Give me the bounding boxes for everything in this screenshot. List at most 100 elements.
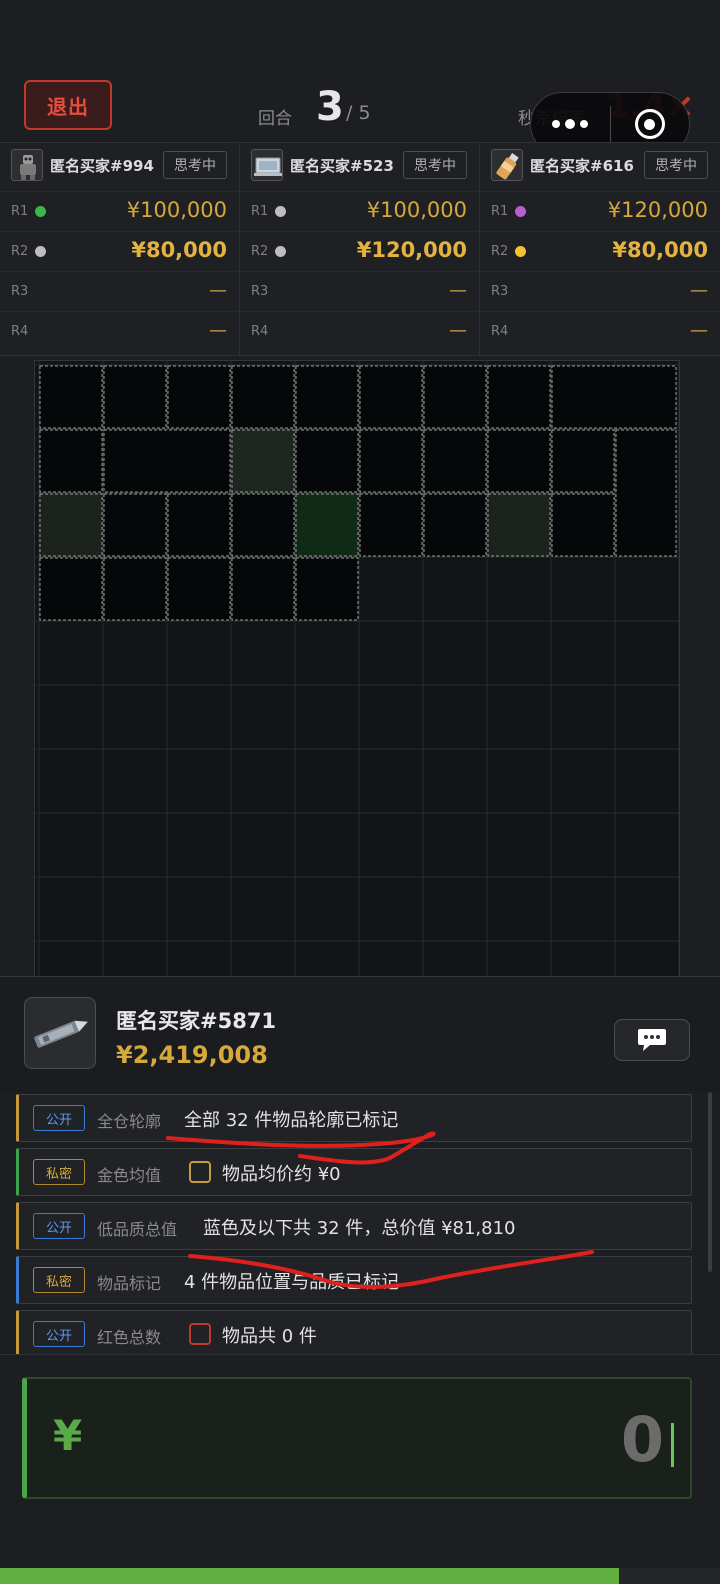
bid-row: R4 — bbox=[240, 311, 479, 351]
intel-item[interactable]: 私密 物品标记 4 件物品位置与品质已标记 bbox=[16, 1256, 692, 1304]
bid-input-value: 0 bbox=[620, 1403, 664, 1476]
round-label: 回合 bbox=[258, 109, 292, 129]
bid-quality-dot bbox=[35, 206, 46, 217]
intel-scrollbar[interactable] bbox=[708, 1092, 712, 1272]
intel-tag: 公开 bbox=[33, 1213, 85, 1239]
bid-amount: — bbox=[449, 320, 467, 341]
buyer-column: 匿名买家#523 思考中 R1 ¥100,000 R2 ¥120,000 R3 … bbox=[240, 143, 480, 355]
intel-key: 金色均值 bbox=[97, 1166, 162, 1185]
buyer-status-badge: 思考中 bbox=[644, 151, 708, 179]
buyer-name: 匿名买家#523 bbox=[290, 157, 394, 175]
bid-amount: — bbox=[690, 280, 708, 301]
bid-round-label: R4 bbox=[491, 324, 509, 339]
text-caret bbox=[671, 1423, 674, 1467]
intel-value: 蓝色及以下共 32 件，总价值 ¥81,810 bbox=[203, 1218, 516, 1239]
timer-progress-fill bbox=[0, 1568, 620, 1584]
warehouse-grid-canvas bbox=[35, 361, 679, 977]
bid-amount: ¥80,000 bbox=[131, 238, 227, 262]
bid-row: R2 ¥120,000 bbox=[240, 231, 479, 271]
intel-key: 低品质总值 bbox=[97, 1220, 178, 1239]
bid-round-label: R4 bbox=[11, 324, 29, 339]
bid-row: R1 ¥120,000 bbox=[480, 191, 720, 231]
buyer-name: 匿名买家#616 bbox=[530, 157, 634, 175]
chat-bubble-icon bbox=[638, 1029, 666, 1051]
intel-value: 物品共 0 件 bbox=[222, 1326, 317, 1347]
intel-value: 物品均价约 ¥0 bbox=[222, 1164, 341, 1185]
gold-swatch-icon bbox=[189, 1161, 211, 1183]
bid-amount: ¥120,000 bbox=[607, 198, 708, 222]
red-swatch-icon bbox=[189, 1323, 211, 1345]
bid-row: R3 — bbox=[240, 271, 479, 311]
bid-row: R1 ¥100,000 bbox=[0, 191, 239, 231]
current-buyer-total: ¥2,419,008 bbox=[116, 1041, 268, 1069]
more-dots-icon bbox=[552, 119, 589, 129]
bottle-icon bbox=[491, 149, 523, 181]
bid-row: R4 — bbox=[480, 311, 720, 351]
robot-figure-icon bbox=[11, 149, 43, 181]
currency-symbol: ¥ bbox=[53, 1411, 83, 1460]
bid-amount: ¥100,000 bbox=[366, 198, 467, 222]
buyer-column: 匿名买家#616 思考中 R1 ¥120,000 R2 ¥80,000 R3 —… bbox=[480, 143, 720, 355]
bid-amount: — bbox=[209, 280, 227, 301]
bid-amount-input[interactable]: ¥ 0 bbox=[22, 1377, 692, 1499]
intel-value: 4 件物品位置与品质已标记 bbox=[184, 1272, 400, 1293]
bid-row: R1 ¥100,000 bbox=[240, 191, 479, 231]
buyer-header: 匿名买家#616 思考中 bbox=[480, 143, 720, 187]
buyer-status-badge: 思考中 bbox=[163, 151, 227, 179]
intel-value: 全部 32 件物品轮廓已标记 bbox=[184, 1110, 399, 1131]
round-total: / 5 bbox=[346, 102, 371, 124]
bid-row: R3 — bbox=[0, 271, 239, 311]
bid-round-label: R3 bbox=[11, 284, 29, 299]
laptop-icon bbox=[251, 149, 283, 181]
bid-amount: — bbox=[690, 320, 708, 341]
bid-panel: ¥ 0 bbox=[0, 1354, 720, 1584]
intel-item[interactable]: 公开 红色总数 物品共 0 件 bbox=[16, 1310, 692, 1354]
bid-amount: ¥100,000 bbox=[126, 198, 227, 222]
bid-round-label: R1 bbox=[491, 204, 509, 219]
bid-row: R4 — bbox=[0, 311, 239, 351]
intel-key: 全仓轮廓 bbox=[97, 1112, 162, 1131]
bid-quality-dot bbox=[515, 246, 526, 257]
timer-progress-bar bbox=[0, 1568, 720, 1584]
bid-round-label: R2 bbox=[251, 244, 269, 259]
bid-round-label: R3 bbox=[251, 284, 269, 299]
bid-row: R2 ¥80,000 bbox=[0, 231, 239, 271]
bid-round-label: R2 bbox=[11, 244, 29, 259]
buyer-name: 匿名买家#994 bbox=[50, 157, 154, 175]
current-buyer-card: 匿名买家#5871 ¥2,419,008 bbox=[0, 976, 720, 1092]
bid-amount: — bbox=[449, 280, 467, 301]
bid-amount: — bbox=[209, 320, 227, 341]
intel-tag: 公开 bbox=[33, 1105, 85, 1131]
close-target-icon bbox=[634, 109, 665, 139]
intel-item[interactable]: 私密 金色均值 物品均价约 ¥0 bbox=[16, 1148, 692, 1196]
bid-round-label: R2 bbox=[491, 244, 509, 259]
bid-row: R3 — bbox=[480, 271, 720, 311]
intel-item[interactable]: 公开 低品质总值 蓝色及以下共 32 件，总价值 ¥81,810 bbox=[16, 1202, 692, 1250]
current-buyer-name: 匿名买家#5871 bbox=[116, 1009, 277, 1033]
bid-round-label: R1 bbox=[11, 204, 29, 219]
intel-tag: 私密 bbox=[33, 1159, 85, 1185]
bid-row: R2 ¥80,000 bbox=[480, 231, 720, 271]
buyer-header: 匿名买家#523 思考中 bbox=[240, 143, 479, 187]
bid-round-label: R3 bbox=[491, 284, 509, 299]
intel-tag: 私密 bbox=[33, 1267, 85, 1293]
bid-amount: ¥120,000 bbox=[356, 238, 467, 262]
intel-item[interactable]: 公开 全仓轮廓 全部 32 件物品轮廓已标记 bbox=[16, 1094, 692, 1142]
intel-list[interactable]: 公开 全仓轮廓 全部 32 件物品轮廓已标记 私密 金色均值 物品均价约 ¥0 … bbox=[0, 1092, 720, 1354]
intel-key: 红色总数 bbox=[97, 1328, 162, 1347]
buyers-panel: 匿名买家#994 思考中 R1 ¥100,000 R2 ¥80,000 R3 —… bbox=[0, 142, 720, 356]
intel-tag: 公开 bbox=[33, 1321, 85, 1347]
bid-quality-dot bbox=[275, 246, 286, 257]
bid-quality-dot bbox=[275, 206, 286, 217]
bid-round-label: R4 bbox=[251, 324, 269, 339]
chat-button[interactable] bbox=[614, 1019, 690, 1061]
buyer-column: 匿名买家#994 思考中 R1 ¥100,000 R2 ¥80,000 R3 —… bbox=[0, 143, 240, 355]
buyer-header: 匿名买家#994 思考中 bbox=[0, 143, 239, 187]
utility-knife-icon bbox=[24, 997, 96, 1069]
bid-quality-dot bbox=[515, 206, 526, 217]
bid-quality-dot bbox=[35, 246, 46, 257]
exit-button[interactable]: 退出 bbox=[24, 80, 112, 130]
round-current: 3 bbox=[316, 84, 344, 130]
warehouse-grid[interactable] bbox=[34, 360, 680, 978]
bid-round-label: R1 bbox=[251, 204, 269, 219]
